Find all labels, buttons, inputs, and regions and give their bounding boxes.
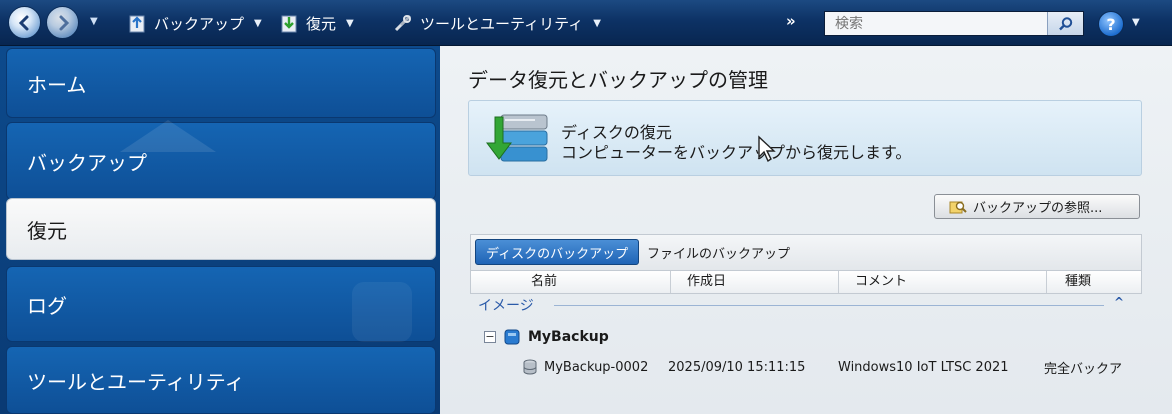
collapse-node-button[interactable]: − bbox=[484, 331, 496, 343]
table-row[interactable]: MyBackup-0002 2025/09/10 15:11:15 Window… bbox=[522, 356, 1142, 378]
history-dropdown-icon[interactable]: ▼ bbox=[90, 16, 98, 27]
cell-type: 完全バックア bbox=[1044, 361, 1123, 377]
backup-set-icon bbox=[504, 329, 520, 345]
arrow-right-icon bbox=[59, 15, 69, 30]
search-icon bbox=[1058, 16, 1072, 30]
toolbar-restore-menu[interactable]: 復元 ▼ bbox=[278, 10, 354, 36]
toolbar-overflow-button[interactable]: » bbox=[786, 12, 796, 30]
sidebar-item-label: ホーム bbox=[27, 72, 87, 97]
column-header-name[interactable]: 名前 bbox=[471, 271, 671, 293]
toolbar-tools-label: ツールとユーティリティ bbox=[420, 14, 584, 33]
backup-tabs: ディスクのバックアップ ファイルのバックアップ bbox=[470, 234, 1142, 270]
tab-label: ディスクのバックアップ bbox=[486, 246, 629, 262]
column-header-comment[interactable]: コメント bbox=[839, 271, 1047, 293]
chevron-down-icon: ▼ bbox=[593, 17, 601, 29]
back-button[interactable] bbox=[8, 6, 41, 39]
page-title: データ復元とバックアップの管理 bbox=[468, 68, 768, 92]
help-button[interactable]: ? bbox=[1098, 11, 1124, 37]
tools-icon bbox=[394, 14, 412, 32]
cell-date: 2025/09/10 15:11:15 bbox=[668, 359, 806, 375]
cell-name: MyBackup-0002 bbox=[544, 359, 649, 375]
tab-disk-backup[interactable]: ディスクのバックアップ bbox=[475, 239, 640, 265]
browse-backups-button[interactable]: バックアップの参照... bbox=[934, 194, 1140, 219]
restore-icon bbox=[281, 15, 297, 33]
group-divider bbox=[554, 305, 1104, 306]
chevron-down-icon: ▼ bbox=[254, 17, 262, 29]
cell-comment: Windows10 IoT LTSC 2021 bbox=[838, 359, 1009, 375]
sidebar-item-restore[interactable]: 復元 bbox=[6, 198, 436, 260]
sidebar-item-label: ツールとユーティリティ bbox=[27, 369, 245, 394]
browse-icon bbox=[949, 201, 967, 213]
sidebar-decoration bbox=[120, 120, 216, 152]
collapse-group-button[interactable]: ^ bbox=[1114, 295, 1124, 309]
sidebar-item-backup[interactable]: バックアップ bbox=[6, 122, 436, 200]
card-description: コンピューターをバックアップから復元します。 bbox=[561, 143, 912, 162]
search-box bbox=[824, 11, 1084, 36]
sidebar-item-label: ログ bbox=[27, 293, 67, 318]
table-header: 名前 作成日 コメント 種類 bbox=[470, 270, 1142, 294]
forward-button[interactable] bbox=[46, 6, 79, 39]
tab-file-backup[interactable]: ファイルのバックアップ bbox=[637, 239, 800, 265]
backup-name: MyBackup bbox=[528, 329, 609, 345]
arrow-left-icon bbox=[18, 15, 28, 30]
search-button[interactable] bbox=[1047, 12, 1083, 35]
disk-restore-card[interactable]: ディスクの復元 コンピューターをバックアップから復元します。 bbox=[468, 100, 1142, 176]
browse-backups-label: バックアップの参照... bbox=[973, 201, 1103, 216]
search-input[interactable] bbox=[825, 12, 1047, 35]
backup-tree-node[interactable]: − MyBackup bbox=[484, 326, 609, 348]
sidebar-item-label: 復元 bbox=[27, 218, 67, 243]
toolbar: ▼ バックアップ ▼ 復元 ▼ ツールとユーティリティ ▼ » 検索 ? ▼ bbox=[0, 0, 1172, 46]
toolbar-backup-menu[interactable]: バックアップ ▼ bbox=[126, 10, 262, 36]
main-panel: データ復元とバックアップの管理 ディスクの復元 コンピューターをバックアップから… bbox=[440, 46, 1172, 414]
help-icon: ? bbox=[1106, 14, 1116, 34]
column-header-date[interactable]: 作成日 bbox=[671, 271, 839, 293]
mouse-cursor-icon bbox=[758, 135, 776, 163]
sidebar-decoration bbox=[352, 282, 412, 342]
column-header-type[interactable]: 種類 bbox=[1047, 271, 1143, 293]
sidebar-item-tools[interactable]: ツールとユーティリティ bbox=[6, 346, 436, 414]
tab-label: ファイルのバックアップ bbox=[647, 246, 791, 262]
toolbar-tools-menu[interactable]: ツールとユーティリティ ▼ bbox=[392, 10, 601, 36]
sidebar: ホーム バックアップ 復元 ログ ツールとユーティリティ bbox=[0, 46, 440, 414]
backup-icon bbox=[129, 15, 145, 33]
group-label: イメージ bbox=[478, 298, 534, 314]
disk-restore-icon bbox=[486, 114, 548, 162]
sidebar-item-home[interactable]: ホーム bbox=[6, 48, 436, 118]
group-images: イメージ ^ bbox=[474, 294, 1142, 314]
toolbar-backup-label: バックアップ bbox=[154, 14, 245, 33]
chevron-down-icon: ▼ bbox=[346, 17, 354, 29]
disk-image-icon bbox=[523, 359, 537, 375]
toolbar-restore-label: 復元 bbox=[306, 14, 337, 33]
chevron-down-icon[interactable]: ▼ bbox=[1132, 17, 1140, 28]
